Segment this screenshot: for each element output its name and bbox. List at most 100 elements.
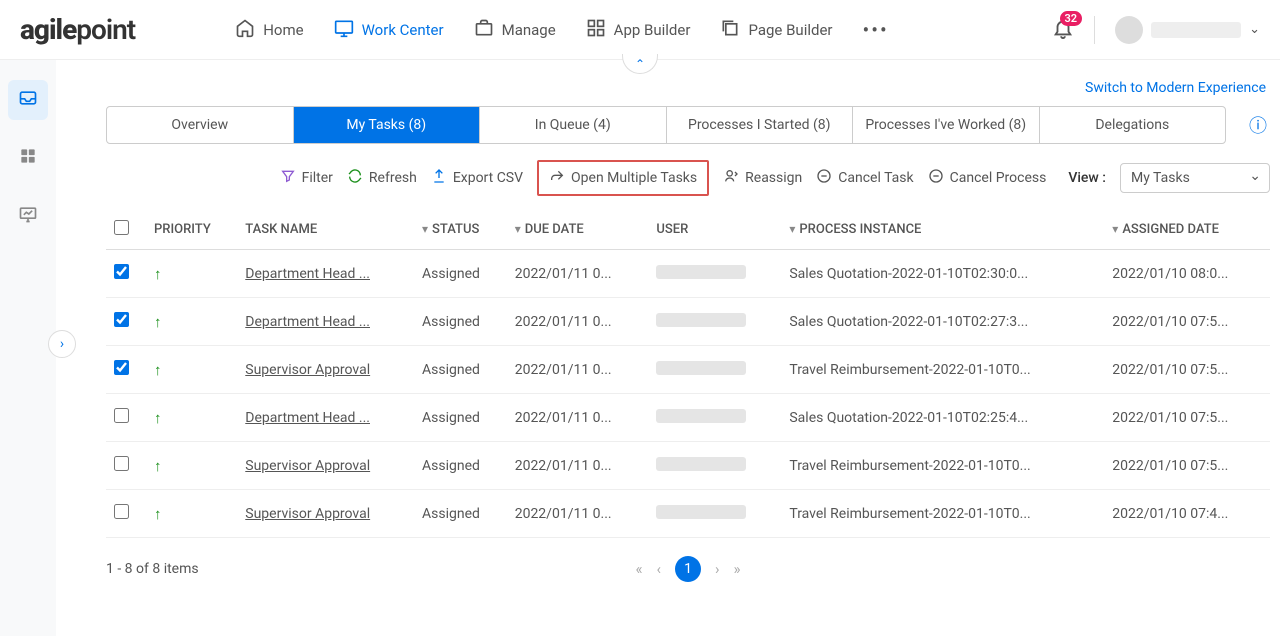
cancel-process-button[interactable]: Cancel Process (928, 168, 1047, 188)
filter-button[interactable]: Filter (280, 168, 333, 188)
priority-up-icon: ↑ (154, 313, 162, 331)
cell-user (648, 490, 781, 538)
reassign-button[interactable]: Reassign (723, 168, 802, 188)
table-row: ↑ Department Head ... Assigned 2022/01/1… (106, 250, 1270, 298)
tab-in-queue[interactable]: In Queue (4) (480, 107, 667, 143)
row-checkbox[interactable] (114, 264, 129, 279)
table-row: ↑ Supervisor Approval Assigned 2022/01/1… (106, 442, 1270, 490)
switch-experience-link[interactable]: Switch to Modern Experience (106, 80, 1270, 96)
chevron-right-icon: › (60, 336, 64, 352)
export-csv-label: Export CSV (453, 170, 523, 186)
user-menu[interactable]: ⌄ (1115, 16, 1260, 44)
nav-home[interactable]: Home (235, 18, 303, 42)
home-icon (235, 18, 255, 42)
cell-due-date: 2022/01/11 0... (507, 490, 649, 538)
row-checkbox[interactable] (114, 408, 129, 423)
row-checkbox[interactable] (114, 312, 129, 327)
tab-my-tasks[interactable]: My Tasks (8) (294, 107, 481, 143)
tab-processes-started[interactable]: Processes I Started (8) (667, 107, 854, 143)
cancel-task-label: Cancel Task (838, 170, 913, 186)
view-label: View : (1068, 170, 1106, 186)
export-csv-button[interactable]: Export CSV (431, 168, 523, 188)
cell-status: Assigned (414, 490, 507, 538)
task-name-link[interactable]: Department Head ... (237, 394, 414, 442)
chart-icon (18, 204, 38, 228)
nav-home-label: Home (263, 21, 303, 39)
select-all-checkbox[interactable] (114, 220, 129, 235)
pager-prev[interactable]: ‹ (657, 560, 662, 578)
task-name-link[interactable]: Supervisor Approval (237, 490, 414, 538)
nav-app-builder[interactable]: App Builder (586, 18, 691, 42)
pager-first[interactable]: « (635, 560, 642, 578)
cell-process-instance: Travel Reimbursement-2022-01-10T0... (781, 490, 1104, 538)
nav-page-builder-label: Page Builder (748, 21, 832, 39)
refresh-label: Refresh (369, 170, 417, 186)
col-user[interactable]: USER (648, 210, 781, 250)
nav-app-builder-label: App Builder (614, 21, 691, 39)
table-row: ↑ Department Head ... Assigned 2022/01/1… (106, 394, 1270, 442)
col-process-instance[interactable]: ▾PROCESS INSTANCE (781, 210, 1104, 250)
row-checkbox[interactable] (114, 456, 129, 471)
tab-delegations[interactable]: Delegations (1040, 107, 1226, 143)
chevron-down-icon: ⌄ (1249, 22, 1260, 37)
pager: 1 - 8 of 8 items « ‹ 1 › » (106, 556, 1270, 582)
view-select[interactable]: My Tasks (1120, 163, 1270, 193)
sidebar-apps[interactable] (8, 138, 48, 178)
sidebar-analytics[interactable] (8, 196, 48, 236)
task-name-link[interactable]: Supervisor Approval (237, 346, 414, 394)
tasks-table: PRIORITY TASK NAME ▾STATUS ▾DUE DATE USE… (106, 210, 1270, 538)
refresh-button[interactable]: Refresh (347, 168, 417, 188)
cancel-task-button[interactable]: Cancel Task (816, 168, 913, 188)
open-multiple-tasks-button[interactable]: Open Multiple Tasks (537, 160, 709, 196)
cell-due-date: 2022/01/11 0... (507, 298, 649, 346)
notifications-button[interactable]: 32 (1052, 17, 1074, 43)
task-name-link[interactable]: Department Head ... (237, 250, 414, 298)
priority-up-icon: ↑ (154, 505, 162, 523)
nav-page-builder[interactable]: Page Builder (720, 18, 832, 42)
col-task-name[interactable]: TASK NAME (237, 210, 414, 250)
cell-assigned-date: 2022/01/10 07:5... (1104, 298, 1270, 346)
expand-sidebar-button[interactable]: › (48, 330, 76, 358)
table-row: ↑ Supervisor Approval Assigned 2022/01/1… (106, 490, 1270, 538)
info-button[interactable]: ⓘ (1246, 112, 1270, 138)
inbox-icon (18, 88, 38, 112)
view-value: My Tasks (1131, 170, 1190, 186)
layout: › Switch to Modern Experience Overview M… (0, 60, 1280, 636)
cell-status: Assigned (414, 442, 507, 490)
nav-more[interactable]: ••• (862, 18, 888, 42)
priority-up-icon: ↑ (154, 409, 162, 427)
copy-icon (720, 18, 740, 42)
task-name-link[interactable]: Department Head ... (237, 298, 414, 346)
open-multiple-label: Open Multiple Tasks (571, 170, 697, 186)
row-checkbox[interactable] (114, 504, 129, 519)
divider (1094, 16, 1095, 44)
cell-process-instance: Travel Reimbursement-2022-01-10T0... (781, 442, 1104, 490)
tabs-row: Overview My Tasks (8) In Queue (4) Proce… (106, 106, 1270, 144)
col-assigned-date[interactable]: ▾ASSIGNED DATE (1104, 210, 1270, 250)
cell-due-date: 2022/01/11 0... (507, 442, 649, 490)
row-checkbox[interactable] (114, 360, 129, 375)
nav-manage[interactable]: Manage (474, 18, 556, 42)
pager-last[interactable]: » (734, 560, 741, 578)
task-name-link[interactable]: Supervisor Approval (237, 442, 414, 490)
pager-current-page[interactable]: 1 (675, 556, 701, 582)
pager-next[interactable]: › (715, 560, 720, 578)
notification-badge: 32 (1060, 11, 1083, 26)
nav-work-center[interactable]: Work Center (334, 18, 444, 42)
cell-status: Assigned (414, 298, 507, 346)
monitor-icon (334, 18, 354, 42)
cell-user (648, 346, 781, 394)
cell-status: Assigned (414, 250, 507, 298)
chevron-up-icon: ⌃ (635, 57, 645, 71)
cell-status: Assigned (414, 394, 507, 442)
sidebar-inbox[interactable] (8, 80, 48, 120)
toolbar: Filter Refresh Export CSV Open Multiple … (106, 160, 1270, 196)
filter-icon: ▾ (515, 222, 521, 236)
tab-processes-worked[interactable]: Processes I've Worked (8) (853, 107, 1040, 143)
refresh-icon (347, 168, 363, 188)
col-priority[interactable]: PRIORITY (146, 210, 237, 250)
col-due-date[interactable]: ▾DUE DATE (507, 210, 649, 250)
col-status[interactable]: ▾STATUS (414, 210, 507, 250)
reassign-label: Reassign (745, 170, 802, 186)
tab-overview[interactable]: Overview (107, 107, 294, 143)
